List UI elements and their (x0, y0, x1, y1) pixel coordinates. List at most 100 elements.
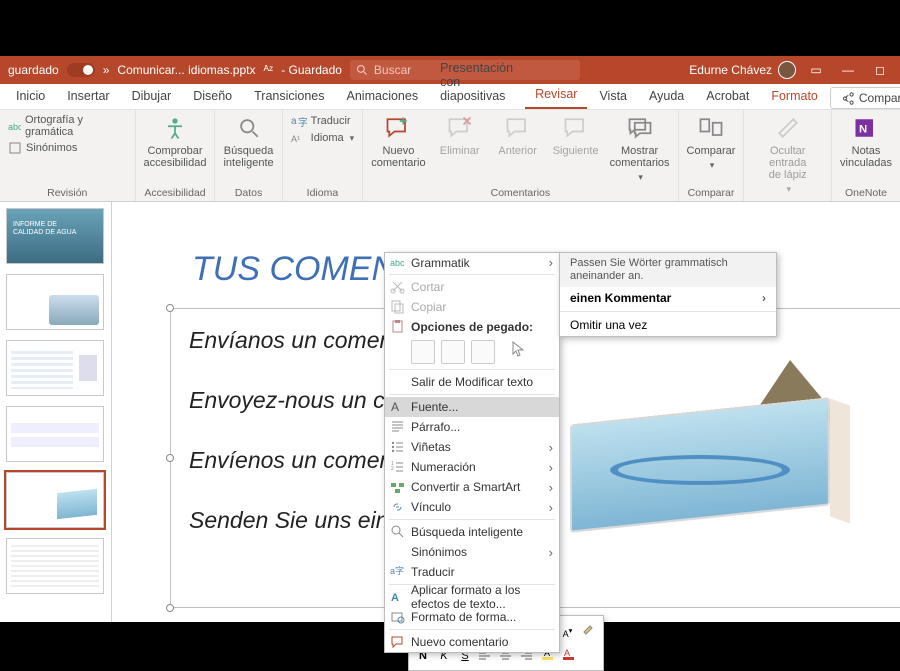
group-compare-label: Comparar (687, 185, 736, 199)
tab-presentacion[interactable]: Presentación con diapositivas (430, 56, 523, 109)
group-revision-label: Revisión (8, 185, 127, 199)
thumbnail-3[interactable] (6, 340, 104, 396)
ctx-synonyms[interactable]: Sinónimos (385, 542, 559, 562)
thumbnail-4[interactable] (6, 406, 104, 462)
font-a-icon: A (390, 399, 405, 414)
ribbon-display-icon[interactable]: ▭ (804, 63, 828, 77)
ctx-bullets[interactable]: Viñetas (385, 437, 559, 457)
tab-formato[interactable]: Formato (761, 84, 828, 109)
font-color-icon: A (562, 647, 575, 660)
filename[interactable]: Comunicar... idiomas.pptx (117, 63, 255, 77)
translate-button[interactable]: a字Traducir (291, 114, 355, 128)
tab-animaciones[interactable]: Animaciones (337, 84, 429, 109)
cut-icon (390, 279, 405, 294)
decrease-font-button[interactable]: A▾ (559, 621, 577, 639)
spelling-button[interactable]: abcOrtografía y gramática (8, 114, 127, 138)
text-line[interactable]: Envíenos un comento (189, 447, 411, 474)
tab-insertar[interactable]: Insertar (57, 84, 119, 109)
bullets-icon (390, 439, 405, 454)
share-icon (841, 92, 854, 105)
minimize-icon[interactable]: — (836, 63, 860, 77)
paragraph-icon (390, 419, 405, 434)
text-line[interactable]: Envoyez-nous un con (189, 387, 410, 414)
thumbnail-6[interactable] (6, 538, 104, 594)
tab-diseno[interactable]: Diseño (183, 84, 242, 109)
svg-text:A¹: A¹ (291, 134, 300, 144)
language-icon: A¹ (291, 131, 307, 145)
ctx-smart-lookup[interactable]: Búsqueda inteligente (385, 522, 559, 542)
tab-revisar[interactable]: Revisar (525, 82, 587, 109)
slide-thumbnails[interactable]: INFORME DE CALIDAD DE AGUA (0, 202, 112, 622)
prev-comment-button[interactable]: Anterior (494, 114, 542, 157)
share-button[interactable]: Compartir (830, 87, 900, 109)
accessibility-button[interactable]: Comprobar accesibilidad (144, 114, 207, 169)
ctx-numbering[interactable]: 12Numeración (385, 457, 559, 477)
thumbnail-5[interactable] (6, 472, 104, 528)
grammar-icon: abc (390, 255, 405, 270)
ctx-font[interactable]: AFuente... (385, 397, 559, 417)
thumbnail-1[interactable]: INFORME DE CALIDAD DE AGUA (6, 208, 104, 264)
comments-show-icon (626, 114, 654, 142)
ctx-exit-edit[interactable]: Salir de Modificar texto (385, 372, 559, 392)
ctx-smartart[interactable]: Convertir a SmartArt (385, 477, 559, 497)
slide-3d-image[interactable] (560, 350, 860, 550)
tab-dibujar[interactable]: Dibujar (122, 84, 182, 109)
ctx-new-comment[interactable]: Nuevo comentario (385, 632, 559, 652)
comment-next-icon (562, 114, 590, 142)
accessibility-icon (161, 114, 189, 142)
delete-comment-button[interactable]: Eliminar (436, 114, 484, 157)
user-name: Edurne Chávez (689, 63, 772, 77)
paste-text-only[interactable] (441, 340, 465, 364)
thumbnail-2[interactable] (6, 274, 104, 330)
hide-ink-button[interactable]: Ocultar entrada de lápiz (752, 114, 823, 195)
ctx-translate[interactable]: a字Traducir (385, 562, 559, 582)
font-color-button[interactable]: A (561, 646, 579, 664)
tab-inicio[interactable]: Inicio (6, 84, 55, 109)
next-comment-button[interactable]: Siguiente (552, 114, 600, 157)
tab-vista[interactable]: Vista (589, 84, 637, 109)
clipboard-icon (390, 319, 405, 334)
ctx-link[interactable]: Vínculo (385, 497, 559, 517)
save-status: - Guardado (281, 63, 342, 77)
comment-delete-icon (446, 114, 474, 142)
tab-ayuda[interactable]: Ayuda (639, 84, 694, 109)
tab-transiciones[interactable]: Transiciones (244, 84, 334, 109)
resize-handle[interactable] (166, 604, 174, 612)
share-label: Compartir (859, 91, 900, 105)
show-comments-button[interactable]: Mostrar comentarios (610, 114, 670, 183)
text-line[interactable]: Envíanos un comento (189, 327, 411, 354)
svg-text:abc: abc (390, 258, 405, 268)
grammar-skip[interactable]: Omitir una vez (560, 314, 776, 336)
tab-acrobat[interactable]: Acrobat (696, 84, 759, 109)
cursor-icon (511, 340, 529, 358)
thesaurus-button[interactable]: Sinónimos (8, 141, 127, 155)
ribbon-tabs: Inicio Insertar Dibujar Diseño Transicio… (0, 84, 900, 110)
autosave-toggle[interactable] (67, 63, 95, 77)
paste-keep-source[interactable] (411, 340, 435, 364)
ctx-paragraph[interactable]: Párrafo... (385, 417, 559, 437)
comment-new-icon (384, 114, 412, 142)
grammar-suggestion[interactable]: einen Kommentar (560, 287, 776, 309)
format-painter-button[interactable] (580, 621, 598, 639)
onenote-button[interactable]: NNotas vinculadas (840, 114, 892, 169)
resize-handle[interactable] (166, 304, 174, 312)
ribbon: abcOrtografía y gramática Sinónimos Revi… (0, 110, 900, 202)
user-account[interactable]: Edurne Chávez (689, 61, 796, 79)
compare-button[interactable]: Comparar (687, 114, 736, 171)
ctx-format-shape[interactable]: Formato de forma... (385, 607, 559, 627)
search-icon (356, 64, 368, 76)
language-button[interactable]: A¹Idioma (291, 131, 355, 145)
text-line[interactable]: Senden Sie uns eine (189, 507, 401, 534)
translate-icon: a字 (390, 564, 405, 579)
text-effects-icon: A (390, 589, 405, 604)
new-comment-button[interactable]: Nuevo comentario (371, 114, 425, 169)
ctx-grammar[interactable]: abcGrammatik (385, 253, 559, 272)
search-placeholder: Buscar (374, 63, 411, 77)
maximize-icon[interactable]: ◻ (868, 63, 892, 77)
smart-lookup-button[interactable]: Búsqueda inteligente (223, 114, 273, 169)
group-comments-label: Comentarios (371, 185, 669, 199)
ctx-text-effects[interactable]: AAplicar formato a los efectos de texto.… (385, 587, 559, 607)
paste-picture[interactable] (471, 340, 495, 364)
resize-handle[interactable] (166, 454, 174, 462)
numbering-icon: 12 (390, 459, 405, 474)
